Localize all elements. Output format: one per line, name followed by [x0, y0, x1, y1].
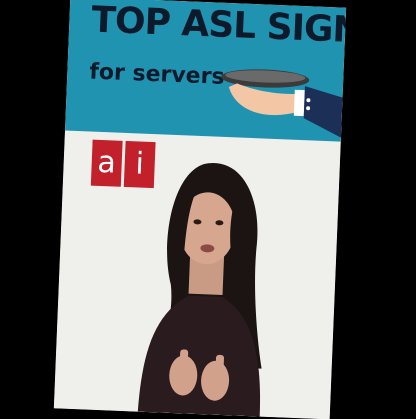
banner-title: TOP ASL SIGNS: [90, 0, 347, 53]
logo-letter-a: a: [90, 139, 123, 187]
ai-logo: a i: [90, 139, 156, 189]
title-banner: TOP ASL SIGNS for servers: [65, 0, 346, 142]
video-thumbnail-card: TOP ASL SIGNS for servers a i: [53, 0, 347, 419]
banner-subtitle: for servers: [88, 59, 226, 90]
logo-letter-i: i: [123, 140, 156, 189]
hand-holding-tray-icon: [221, 69, 343, 138]
